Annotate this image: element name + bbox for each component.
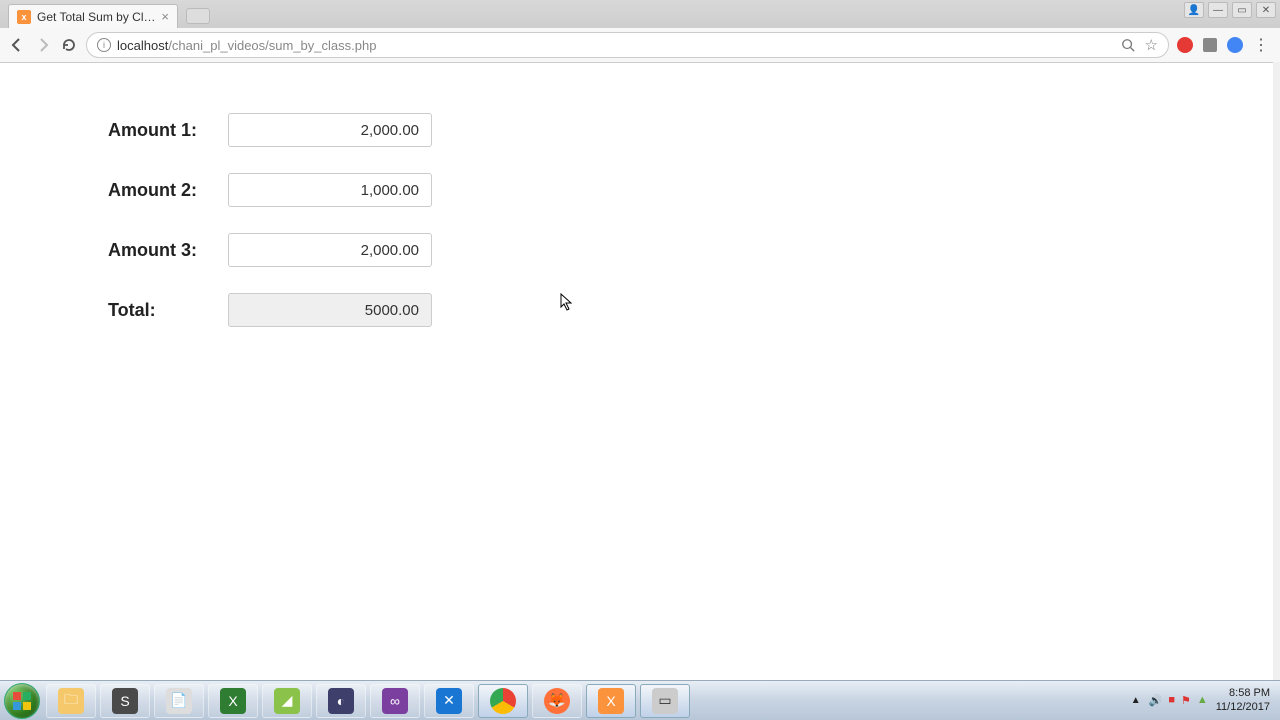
network-icon[interactable]: ■ xyxy=(1168,694,1175,707)
maximize-button[interactable]: ▭ xyxy=(1232,2,1252,18)
forward-button[interactable] xyxy=(34,36,52,54)
amount1-input[interactable] xyxy=(228,113,432,147)
url-bar[interactable]: i localhost/chani_pl_videos/sum_by_class… xyxy=(86,32,1169,58)
tab-bar: x Get Total Sum by Class N × 👤 — ▭ ✕ xyxy=(0,0,1280,28)
taskbar: 🗀 S 📄 X ◢ ◐ ∞ ✕ 🦊 X ▭ ▲ 🔊 ■ ⚑ ▲ 8:58 PM … xyxy=(0,680,1280,720)
profile-icon[interactable] xyxy=(1227,37,1243,53)
system-tray: ▲ 🔊 ■ ⚑ ▲ 8:58 PM 11/12/2017 xyxy=(1131,687,1276,713)
start-button[interactable] xyxy=(4,683,40,719)
notepad-task[interactable]: 📄 xyxy=(154,684,204,718)
volume-icon[interactable]: 🔊 xyxy=(1149,694,1163,707)
total-input xyxy=(228,293,432,327)
zoom-icon[interactable] xyxy=(1121,38,1135,52)
amount2-label: Amount 2: xyxy=(108,180,228,201)
amount-row: Amount 1: xyxy=(108,113,1280,147)
amount2-input[interactable] xyxy=(228,173,432,207)
minimize-button[interactable]: — xyxy=(1208,2,1228,18)
total-label: Total: xyxy=(108,300,228,321)
chrome-task[interactable] xyxy=(478,684,528,718)
tab-close-icon[interactable]: × xyxy=(161,9,169,24)
date-text: 11/12/2017 xyxy=(1216,701,1270,714)
total-row: Total: xyxy=(108,293,1280,327)
amount3-label: Amount 3: xyxy=(108,240,228,261)
browser-tab[interactable]: x Get Total Sum by Class N × xyxy=(8,4,178,28)
nav-bar: i localhost/chani_pl_videos/sum_by_class… xyxy=(0,28,1280,62)
excel-task[interactable]: X xyxy=(208,684,258,718)
android-task[interactable]: ◢ xyxy=(262,684,312,718)
time-text: 8:58 PM xyxy=(1216,687,1270,700)
url-text: localhost/chani_pl_videos/sum_by_class.p… xyxy=(117,38,376,53)
browser-chrome: x Get Total Sum by Class N × 👤 — ▭ ✕ i l… xyxy=(0,0,1280,63)
toolbar-right: ⋮ xyxy=(1177,35,1272,55)
back-button[interactable] xyxy=(8,36,26,54)
reload-button[interactable] xyxy=(60,36,78,54)
user-icon[interactable]: 👤 xyxy=(1184,2,1204,18)
window-task[interactable]: ▭ xyxy=(640,684,690,718)
scrollbar[interactable] xyxy=(1273,62,1280,680)
amount-row: Amount 2: xyxy=(108,173,1280,207)
vs-task[interactable]: ∞ xyxy=(370,684,420,718)
star-icon[interactable]: ☆ xyxy=(1145,36,1158,54)
tray-chevron-icon[interactable]: ▲ xyxy=(1131,695,1141,706)
clock[interactable]: 8:58 PM 11/12/2017 xyxy=(1216,687,1270,713)
menu-icon[interactable]: ⋮ xyxy=(1253,35,1268,55)
xampp-task[interactable]: X xyxy=(586,684,636,718)
shield-icon[interactable]: ⚑ xyxy=(1181,694,1191,707)
new-tab-button[interactable] xyxy=(186,8,210,24)
site-info-icon[interactable]: i xyxy=(97,38,111,52)
firefox-task[interactable]: 🦊 xyxy=(532,684,582,718)
action-icon[interactable]: ▲ xyxy=(1197,694,1208,707)
amount-row: Amount 3: xyxy=(108,233,1280,267)
page-content: Amount 1: Amount 2: Amount 3: Total: xyxy=(0,63,1280,327)
xampp-favicon: x xyxy=(17,10,31,24)
extension-icon[interactable] xyxy=(1177,37,1193,53)
amount3-input[interactable] xyxy=(228,233,432,267)
amount1-label: Amount 1: xyxy=(108,120,228,141)
close-button[interactable]: ✕ xyxy=(1256,2,1276,18)
tab-title: Get Total Sum by Class N xyxy=(37,10,157,24)
eclipse-task[interactable]: ◐ xyxy=(316,684,366,718)
extension2-icon[interactable] xyxy=(1203,38,1217,52)
sublime-task[interactable]: S xyxy=(100,684,150,718)
explorer-task[interactable]: 🗀 xyxy=(46,684,96,718)
window-controls: 👤 — ▭ ✕ xyxy=(1184,2,1276,18)
task-app[interactable]: ✕ xyxy=(424,684,474,718)
